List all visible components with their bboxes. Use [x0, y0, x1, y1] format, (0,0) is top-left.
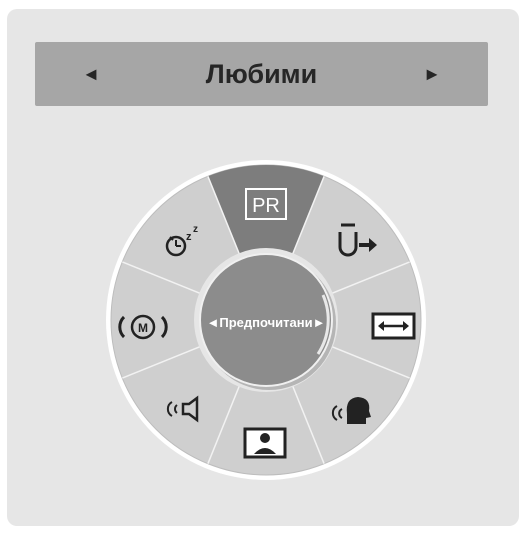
center-next-arrow[interactable]: ► — [313, 315, 326, 330]
pr-icon-label: PR — [252, 195, 280, 217]
picture-icon[interactable] — [243, 427, 287, 459]
center-label-text: Предпочитани — [219, 315, 312, 330]
quick-menu-wheel: ◄Предпочитани► PR M z z — [106, 160, 426, 480]
center-label: ◄Предпочитани► — [207, 315, 326, 330]
center-prev-arrow[interactable]: ◄ — [207, 315, 220, 330]
aspect-ratio-icon[interactable] — [371, 312, 416, 340]
sound-mode-icon-label: M — [138, 321, 148, 335]
sleep-timer-z1: z — [186, 231, 192, 243]
sleep-timer-z2: z — [193, 224, 198, 235]
